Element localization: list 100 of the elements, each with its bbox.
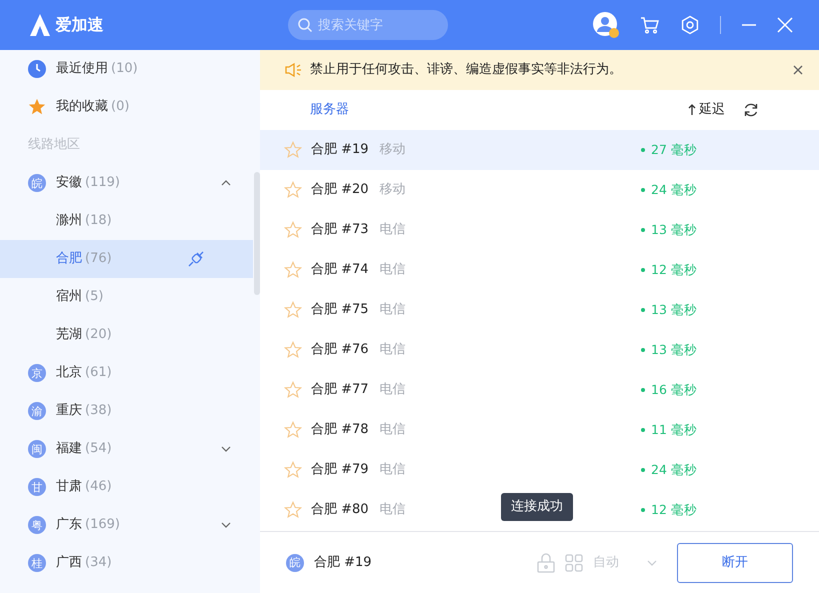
region-label: 芜湖 (56, 326, 82, 344)
region-label: 我的收藏 (56, 98, 108, 116)
sidebar-item[interactable]: 粤 广东 (169) (0, 506, 253, 544)
settings-icon[interactable] (680, 15, 700, 35)
column-header[interactable]: 服务器 (310, 100, 349, 120)
sidebar-item[interactable]: 我的收藏 (0) (0, 88, 253, 126)
speaker-icon (284, 62, 302, 78)
grid-icon (565, 554, 583, 572)
server-count: (34) (85, 554, 112, 572)
carrier-label: 电信 (380, 421, 406, 440)
server-count: (10) (111, 60, 138, 78)
server-name: 合肥 #19 (314, 554, 372, 572)
sidebar-item[interactable]: 桂 广西 (34) (0, 544, 253, 582)
province-badge: 皖 (28, 174, 46, 192)
sidebar-item[interactable]: 京 北京 (61) (0, 354, 253, 392)
star-icon[interactable] (284, 141, 302, 159)
region-label: 广东 (56, 516, 82, 534)
latency-value: 24 毫秒 (641, 460, 749, 480)
city-item[interactable]: 滁州 (18) (0, 202, 253, 240)
latency-value: 12 毫秒 (641, 500, 749, 520)
latency-value: 24 毫秒 (641, 180, 749, 200)
server-count: (0) (111, 98, 130, 116)
server-count: (18) (85, 212, 112, 230)
carrier-label: 电信 (380, 381, 406, 400)
carrier-label: 电信 (380, 501, 406, 520)
region-label: 重庆 (56, 402, 82, 420)
server-name: 合肥 #74 (311, 261, 369, 280)
arrow-up-icon (688, 104, 696, 116)
app-title: 爱加速 (55, 14, 104, 36)
sidebar-item[interactable]: 渝 重庆 (38) (0, 392, 253, 430)
region-label: 最近使用 (56, 60, 108, 78)
server-count: (76) (85, 250, 112, 268)
server-count: (46) (85, 478, 112, 496)
connection-tooltip: 连接成功 (501, 493, 573, 520)
lock-icon[interactable] (537, 552, 555, 572)
star-icon[interactable] (284, 501, 302, 519)
star-icon[interactable] (284, 381, 302, 399)
server-name: 合肥 #76 (311, 341, 369, 360)
server-count: (38) (85, 402, 112, 420)
scrollbar-thumb[interactable] (254, 172, 260, 295)
chevron-icon[interactable] (221, 446, 231, 452)
close-icon[interactable] (793, 65, 803, 75)
server-name: 合肥 #75 (311, 301, 369, 320)
clock-icon (28, 60, 46, 78)
server-count: (5) (85, 288, 104, 306)
province-badge: 皖 (286, 554, 304, 572)
server-count: (61) (85, 364, 112, 382)
cart-icon[interactable] (640, 15, 660, 35)
latency-value: 12 毫秒 (641, 260, 749, 280)
star-icon[interactable] (284, 181, 302, 199)
disconnect-button[interactable]: 断开 (677, 542, 793, 582)
sidebar-item[interactable]: 甘 甘肃 (46) (0, 468, 253, 506)
selected-server-row[interactable]: 合肥 #19 移动 27 毫秒 (260, 130, 819, 170)
city-item[interactable]: 宿州 (5) (0, 278, 253, 316)
province-badge: 桂 (28, 554, 46, 572)
province-badge: 粤 (28, 516, 46, 534)
refresh-icon[interactable] (743, 102, 759, 118)
latency-value: 13 毫秒 (641, 300, 749, 320)
city-item[interactable]: 合肥 (76) (0, 240, 253, 278)
sidebar-item[interactable]: 闽 福建 (54) (0, 430, 253, 468)
latency-value: 16 毫秒 (641, 380, 749, 400)
server-name: 合肥 #79 (311, 461, 369, 480)
star-icon[interactable] (284, 261, 302, 279)
carrier-label: 电信 (380, 301, 406, 320)
server-count: (54) (85, 440, 112, 458)
province-badge: 甘 (28, 478, 46, 496)
sidebar-item[interactable]: 最近使用 (10) (0, 50, 253, 88)
server-name: 合肥 #77 (311, 381, 369, 400)
server-name: 合肥 #78 (311, 421, 369, 440)
star-icon[interactable] (284, 461, 302, 479)
star-icon[interactable] (284, 221, 302, 239)
latency-value: 27 毫秒 (641, 140, 749, 160)
star-icon[interactable] (284, 421, 302, 439)
star-icon (28, 98, 46, 116)
mode-label: 自动 (593, 554, 619, 572)
plug-icon[interactable] (187, 250, 205, 268)
latency-value: 13 毫秒 (641, 220, 749, 240)
server-count: (119) (85, 174, 120, 192)
region-label: 合肥 (56, 250, 82, 268)
latency-value: 13 毫秒 (641, 340, 749, 360)
notice-text: 禁止用于任何攻击、诽谤、编造虚假事实等非法行为。 (310, 61, 622, 80)
server-name: 合肥 #19 (311, 141, 369, 160)
region-label: 福建 (56, 440, 82, 458)
star-icon[interactable] (284, 301, 302, 319)
search-icon (297, 17, 313, 33)
avatar-icon[interactable] (592, 11, 620, 39)
server-name: 合肥 #73 (311, 221, 369, 240)
city-item[interactable]: 芜湖 (20) (0, 316, 253, 354)
province-badge: 闽 (28, 440, 46, 458)
column-header[interactable]: 延迟 (699, 100, 725, 120)
sidebar-item[interactable]: 皖 安徽 (119) (0, 164, 253, 202)
carrier-label: 电信 (380, 461, 406, 480)
latency-value: 11 毫秒 (641, 420, 749, 440)
star-icon[interactable] (284, 341, 302, 359)
carrier-label: 移动 (380, 141, 406, 160)
server-count: (20) (85, 326, 112, 344)
server-count: (169) (85, 516, 120, 534)
region-label: 滁州 (56, 212, 82, 230)
chevron-icon[interactable] (221, 180, 231, 186)
chevron-icon[interactable] (221, 522, 231, 528)
